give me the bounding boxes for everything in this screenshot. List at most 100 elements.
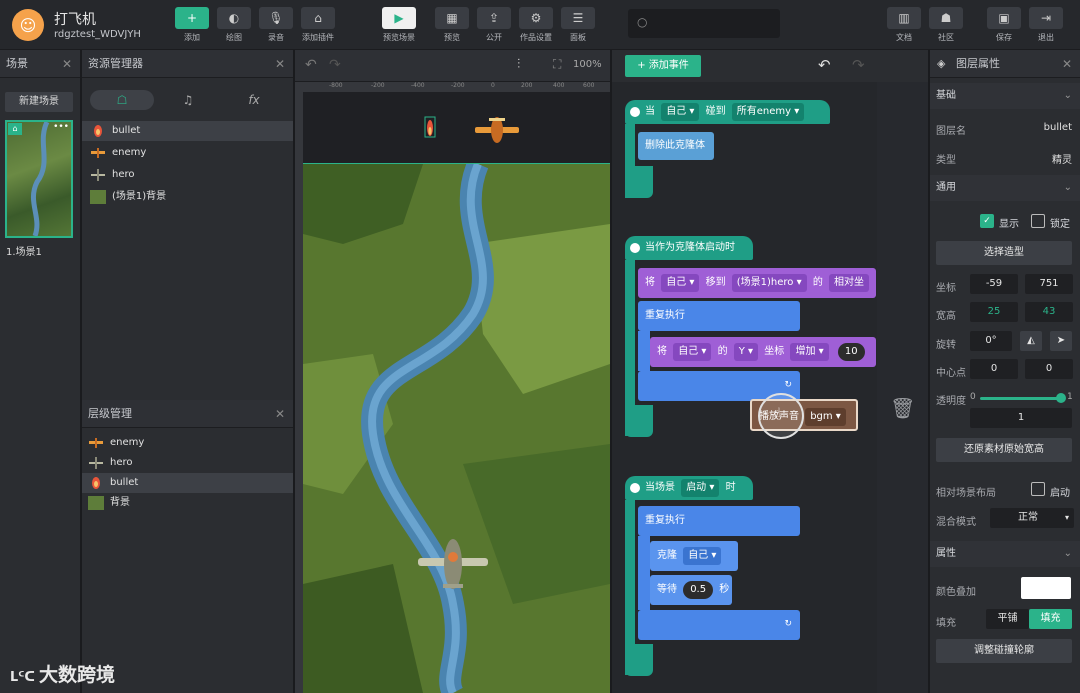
delete-clone-block[interactable]: 删除此克隆体 xyxy=(638,132,714,160)
ruler-tick: 400 xyxy=(553,82,565,89)
trash-icon[interactable]: 🗑 xyxy=(890,396,915,422)
show-checkbox[interactable]: ✓ xyxy=(980,214,994,228)
dropdown-self[interactable]: 自己 ▾ xyxy=(661,103,700,121)
repeat-forever-block[interactable]: 重复执行 xyxy=(638,301,800,331)
relative-layout-checkbox[interactable] xyxy=(1031,482,1045,496)
rotation-input[interactable]: 0° xyxy=(970,331,1012,351)
width-input[interactable]: 25 xyxy=(970,302,1018,322)
dropdown-target[interactable]: (场景1)hero ▾ xyxy=(731,274,807,292)
enemy-plane-icon xyxy=(88,436,104,450)
collision-outline-button[interactable]: 调整碰撞轮廓 xyxy=(936,639,1072,663)
dropdown-sound[interactable]: bgm ▾ xyxy=(805,408,846,426)
undo-icon[interactable]: ↶ xyxy=(305,57,317,73)
center-y-input[interactable]: 0 xyxy=(1025,359,1073,379)
move-to-block[interactable]: 将 自己 ▾ 移到 (场景1)hero ▾ 的 相对坐 xyxy=(638,268,876,298)
lock-checkbox[interactable] xyxy=(1031,214,1045,228)
x-input[interactable]: -59 xyxy=(970,274,1018,294)
wait-block[interactable]: 等待 0.5 秒 xyxy=(650,575,732,605)
properties-title: 图层属性 xyxy=(956,57,1000,70)
dropdown-self[interactable]: 自己 ▾ xyxy=(683,547,722,565)
publish-label: 公开 xyxy=(486,33,502,42)
dropdown-relative[interactable]: 相对坐 xyxy=(829,274,870,292)
resource-panel-header: 资源管理器 ✕ xyxy=(82,50,293,78)
fit-screen-icon[interactable]: ⛶ xyxy=(553,57,561,72)
relative-layout-label: 相对场景布局 xyxy=(936,488,996,499)
direction-icon[interactable]: ➤ xyxy=(1050,331,1072,351)
community-button[interactable]: ☗ 社区 xyxy=(926,7,966,43)
slider-handle[interactable] xyxy=(1056,393,1066,403)
opacity-input[interactable]: 1 xyxy=(970,408,1072,428)
resource-item-hero[interactable]: hero xyxy=(82,165,293,185)
redo-icon[interactable]: ↷ xyxy=(852,56,865,74)
dropdown-operation[interactable]: 增加 ▾ xyxy=(790,343,829,361)
tab-effects[interactable]: fx xyxy=(222,90,286,110)
change-coordinate-block[interactable]: 将 自己 ▾ 的 Y ▾ 坐标 增加 ▾ 10 xyxy=(650,337,876,367)
blend-mode-select[interactable]: 正常 ▾ xyxy=(990,508,1074,528)
dropdown-axis[interactable]: Y ▾ xyxy=(733,343,759,361)
dropdown-start[interactable]: 启动 ▾ xyxy=(681,479,720,497)
layer-item-enemy[interactable]: enemy xyxy=(82,433,293,453)
scene-thumbnail[interactable]: ⌂ ••• xyxy=(5,120,73,238)
layer-item-hero[interactable]: hero xyxy=(82,453,293,473)
exit-button[interactable]: ⇥ 退出 xyxy=(1026,7,1066,43)
panel-label: 面板 xyxy=(570,33,586,42)
preview-scene-button[interactable]: ▶ 预览场景 xyxy=(376,7,422,43)
section-basic[interactable]: 基础 ⌄ xyxy=(930,83,1080,109)
game-background-map[interactable] xyxy=(303,164,610,693)
layer-item-background[interactable]: 背景 xyxy=(82,493,293,513)
resource-item-bullet[interactable]: bullet xyxy=(82,121,293,141)
color-overlay-swatch[interactable] xyxy=(1021,577,1071,599)
dropdown-self[interactable]: 自己 ▾ xyxy=(661,274,700,292)
layer-item-bullet[interactable]: bullet xyxy=(82,473,293,493)
docs-button[interactable]: ▥ 文档 xyxy=(884,7,924,43)
layer-name-value[interactable]: bullet xyxy=(1044,122,1072,133)
add-plugin-button[interactable]: ⌂ 添加插件 xyxy=(298,7,338,43)
clone-block[interactable]: 克隆 自己 ▾ xyxy=(650,541,738,571)
ruler-tick: -200 xyxy=(371,82,385,89)
redo-icon[interactable]: ↷ xyxy=(329,57,341,73)
tab-sprites[interactable]: ☖ xyxy=(90,90,154,110)
center-x-input[interactable]: 0 xyxy=(970,359,1018,379)
opacity-slider[interactable] xyxy=(980,393,1066,403)
event-hat-clone-start[interactable]: 当作为克隆体启动时 xyxy=(625,236,753,260)
wait-value-input[interactable]: 0.5 xyxy=(683,581,714,599)
close-icon[interactable]: ✕ xyxy=(275,400,285,428)
repeat-forever-block[interactable]: 重复执行 xyxy=(638,506,800,536)
search-input[interactable]: ○ xyxy=(628,9,780,38)
event-hat-collision[interactable]: 当 自己 ▾ 碰到 所有enemy ▾ xyxy=(625,100,830,124)
height-input[interactable]: 43 xyxy=(1025,302,1073,322)
settings-button[interactable]: ⚙ 作品设置 xyxy=(516,7,556,43)
flip-horizontal-icon[interactable]: ◭ xyxy=(1020,331,1042,351)
choose-shape-button[interactable]: 选择造型 xyxy=(936,241,1072,265)
section-attributes[interactable]: 属性 ⌄ xyxy=(930,541,1080,567)
restore-size-button[interactable]: 还原素材原始宽高 xyxy=(936,438,1072,462)
add-button[interactable]: + 添加 xyxy=(172,7,212,43)
record-button[interactable]: 🎙 录音 xyxy=(256,7,296,43)
draw-button[interactable]: ◐ 绘图 xyxy=(214,7,254,43)
save-button[interactable]: ▣ 保存 xyxy=(984,7,1024,43)
close-icon[interactable]: ✕ xyxy=(275,50,285,78)
close-icon[interactable]: ✕ xyxy=(62,50,72,78)
event-hat-scene-start[interactable]: 当场景 启动 ▾ 时 xyxy=(625,476,753,500)
panel-button[interactable]: ☰ 面板 xyxy=(558,7,598,43)
undo-icon[interactable]: ↶ xyxy=(818,56,831,74)
value-input[interactable]: 10 xyxy=(837,343,865,361)
y-input[interactable]: 751 xyxy=(1025,274,1073,294)
dropdown-self[interactable]: 自己 ▾ xyxy=(673,343,712,361)
tab-sounds[interactable]: ♫ xyxy=(156,90,220,110)
rotation-label: 旋转 xyxy=(936,340,956,351)
resource-item-enemy[interactable]: enemy xyxy=(82,143,293,163)
publish-button[interactable]: ⇪ 公开 xyxy=(474,7,514,43)
sliders-icon[interactable]: ⫶ xyxy=(517,57,520,72)
section-general[interactable]: 通用 ⌄ xyxy=(930,175,1080,201)
fill-tile-button[interactable]: 平铺 xyxy=(986,609,1029,629)
record-label: 录音 xyxy=(268,33,284,42)
new-scene-button[interactable]: 新建场景 xyxy=(5,92,73,112)
add-event-button[interactable]: + 添加事件 xyxy=(625,55,701,77)
close-icon[interactable]: ✕ xyxy=(1062,50,1072,78)
preview-button[interactable]: ▦ 预览 xyxy=(432,7,472,43)
resource-item-background[interactable]: (场景1)背景 xyxy=(82,187,293,207)
dropdown-target[interactable]: 所有enemy ▾ xyxy=(731,103,805,121)
app-logo-icon[interactable]: ☺ xyxy=(12,9,44,41)
fill-fill-button[interactable]: 填充 xyxy=(1029,609,1072,629)
